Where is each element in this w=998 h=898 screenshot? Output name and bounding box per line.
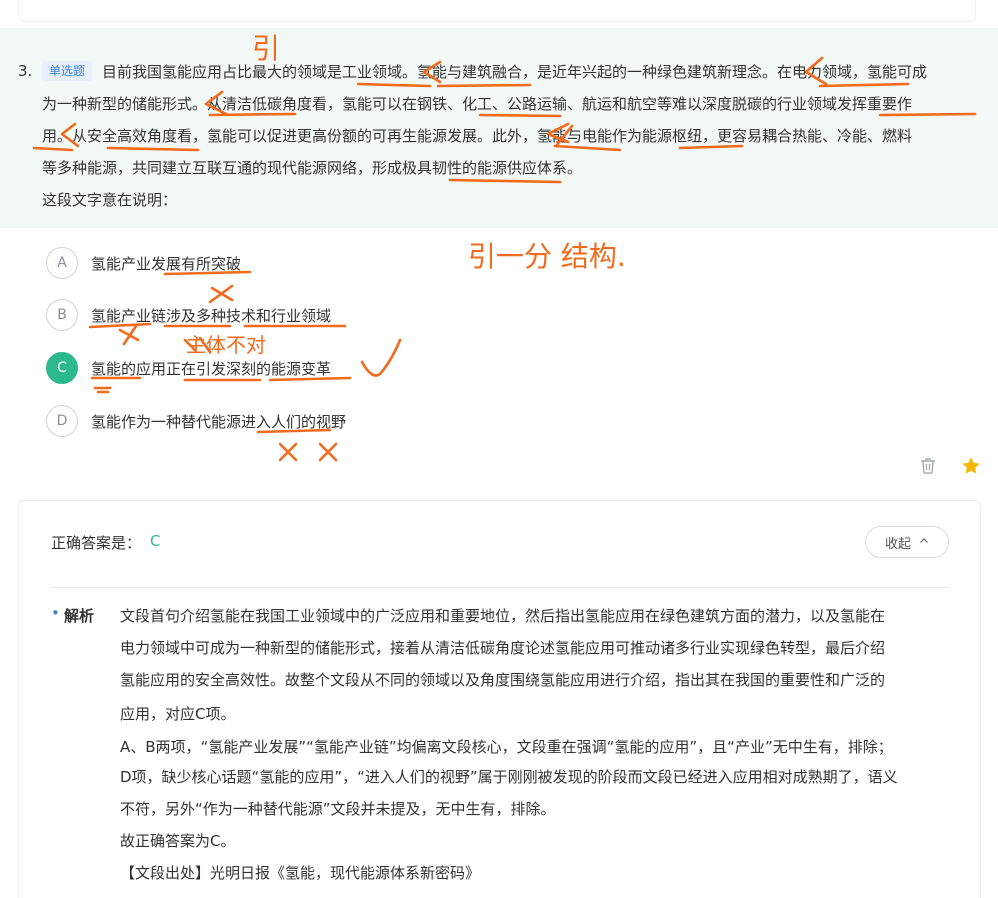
stem-line: 目前我国氢能应用占比最大的领域是工业领域。氢能与建筑融合，是近年兴起的一种绿色建… (102, 63, 928, 81)
option-c[interactable]: C 氢能的应用正在引发深刻的能源变革 (46, 352, 331, 384)
option-letter: D (46, 405, 78, 437)
divider (51, 587, 949, 588)
option-letter: B (46, 299, 78, 331)
option-letter: A (46, 247, 78, 279)
bullet-dot-icon: • (51, 604, 60, 622)
chevron-up-icon (919, 535, 929, 550)
option-d[interactable]: D 氢能作为一种替代能源进入人们的视野 (46, 405, 346, 437)
option-text: 氢能产业发展有所突破 (91, 254, 242, 273)
analysis-line: 不符，另外“作为一种替代能源”文段并未提及，无中生有，排除。 (120, 800, 556, 818)
stem-line: 等多种能源，共同建立互联互通的现代能源网络，形成极具韧性的能源供应体系。 (42, 159, 583, 177)
collapse-label: 收起 (884, 536, 911, 552)
collapse-button[interactable]: 收起 (865, 526, 949, 558)
question-number: 3. (18, 62, 33, 80)
stem-line: 为一种新型的储能形式。从清洁低碳角度看，氢能可以在钢铁、化工、公路运输、航运和航… (42, 95, 913, 113)
question-page: 3. 单选题 目前我国氢能应用占比最大的领域是工业领域。氢能与建筑融合，是近年兴… (0, 0, 998, 898)
previous-card-edge (18, 0, 976, 22)
option-letter: C (46, 352, 78, 384)
ink-note: 引一分 结构. (468, 240, 626, 273)
analysis-title: 解析 (64, 607, 95, 625)
trash-icon[interactable] (918, 456, 938, 476)
star-icon[interactable] (960, 455, 982, 477)
analysis-line: 应用，对应C项。 (120, 705, 236, 723)
answer-value: C (150, 532, 161, 550)
analysis-line: 电力领域中可成为一种新型的储能形式，接着从清洁低碳角度论述氢能应用可推动诸多行业… (120, 639, 886, 657)
analysis-line: D项，缺少核心话题“氢能的应用”，“进入人们的视野”属于刚刚被发现的阶段而文段已… (120, 768, 898, 786)
option-b[interactable]: B 氢能产业链涉及多种技术和行业领域 (46, 299, 331, 331)
analysis-line: 【文段出处】光明日报《氢能，现代能源体系新密码》 (120, 864, 481, 882)
answer-label: 正确答案是： (51, 534, 142, 552)
analysis-line: 氢能应用的安全高效性。故整个文段从不同的领域以及角度围绕氢能应用进行介绍，指出其… (120, 671, 886, 689)
stem-line: 用。从安全高效角度看，氢能可以促进更高份额的可再生能源发展。此外，氢能与电能作为… (42, 127, 913, 145)
option-text: 氢能的应用正在引发深刻的能源变革 (91, 359, 332, 378)
option-a[interactable]: A 氢能产业发展有所突破 (46, 247, 241, 279)
question-ask: 这段文字意在说明： (42, 191, 178, 209)
option-text: 氢能作为一种替代能源进入人们的视野 (91, 412, 347, 431)
option-text: 氢能产业链涉及多种技术和行业领域 (91, 306, 332, 325)
analysis-line: A、B两项，“氢能产业发展”“氢能产业链”均偏离文段核心，文段重在强调“氢能的应… (120, 738, 893, 756)
analysis-line: 故正确答案为C。 (120, 832, 236, 850)
analysis-line: 文段首句介绍氢能在我国工业领域中的广泛应用和重要地位，然后指出氢能应用在绿色建筑… (120, 607, 886, 625)
question-type-tag: 单选题 (42, 61, 93, 81)
